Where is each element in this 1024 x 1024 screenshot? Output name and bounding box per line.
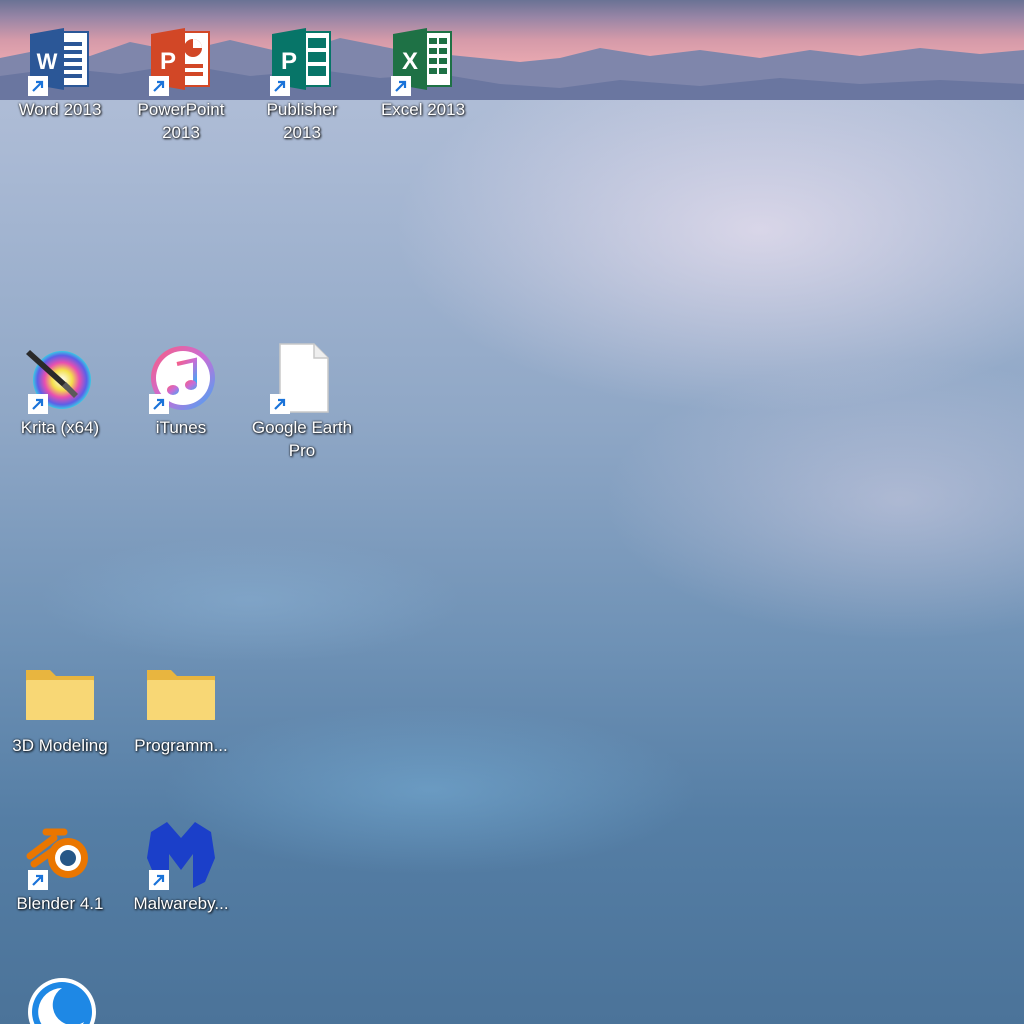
- icon-label: Blender 4.1: [16, 894, 104, 913]
- shortcut-arrow-icon: [270, 76, 290, 96]
- icon-label: iTunes: [155, 418, 207, 437]
- shortcut-arrow-icon: [149, 870, 169, 890]
- desktop-icon-partial-app[interactable]: [4, 972, 116, 1024]
- shortcut-arrow-icon: [149, 76, 169, 96]
- powerpoint-icon: P: [145, 24, 217, 96]
- blank-file-icon: [266, 342, 338, 414]
- desktop-icon-word[interactable]: W Word 2013: [4, 24, 116, 121]
- shortcut-arrow-icon: [28, 76, 48, 96]
- icon-label: Krita (x64): [20, 418, 100, 437]
- malwarebytes-icon: [145, 818, 217, 890]
- desktop-icon-excel[interactable]: X Excel 2013: [367, 24, 479, 121]
- folder-icon: [145, 660, 217, 732]
- icon-label: Google Earth Pro: [251, 418, 353, 460]
- desktop-icon-google-earth-pro[interactable]: Google Earth Pro: [246, 342, 358, 462]
- shortcut-arrow-icon: [28, 870, 48, 890]
- shortcut-arrow-icon: [270, 394, 290, 414]
- shortcut-arrow-icon: [149, 394, 169, 414]
- word-icon: W: [24, 24, 96, 96]
- app-icon: [24, 972, 96, 1024]
- svg-text:X: X: [402, 48, 418, 75]
- icon-label: Excel 2013: [380, 100, 466, 119]
- desktop-icon-blender[interactable]: Blender 4.1: [4, 818, 116, 915]
- icon-label: Word 2013: [18, 100, 102, 119]
- desktop-icon-powerpoint[interactable]: P PowerPoint 2013: [125, 24, 237, 144]
- desktop-icon-folder-programming[interactable]: Programm...: [125, 660, 237, 757]
- desktop-icon-krita[interactable]: Krita (x64): [4, 342, 116, 439]
- shortcut-arrow-icon: [28, 394, 48, 414]
- svg-text:P: P: [281, 48, 297, 75]
- publisher-icon: P: [266, 24, 338, 96]
- folder-icon: [24, 660, 96, 732]
- desktop-icon-folder-3d-modeling[interactable]: 3D Modeling: [4, 660, 116, 757]
- itunes-icon: [145, 342, 217, 414]
- icon-label: PowerPoint 2013: [137, 100, 225, 142]
- icon-label: Malwareby...: [133, 894, 229, 913]
- desktop-icon-itunes[interactable]: iTunes: [125, 342, 237, 439]
- svg-text:P: P: [160, 48, 176, 75]
- desktop-icon-malwarebytes[interactable]: Malwareby...: [125, 818, 237, 915]
- desktop-icon-publisher[interactable]: P Publisher 2013: [246, 24, 358, 144]
- blender-icon: [24, 818, 96, 890]
- shortcut-arrow-icon: [391, 76, 411, 96]
- excel-icon: X: [387, 24, 459, 96]
- desktop[interactable]: W Word 2013 P PowerPoint 2013 P Publishe…: [0, 0, 1024, 1024]
- icon-label: Programm...: [134, 736, 228, 755]
- icon-label: 3D Modeling: [12, 736, 108, 755]
- krita-icon: [24, 342, 96, 414]
- icon-label: Publisher 2013: [266, 100, 338, 142]
- svg-text:W: W: [37, 49, 58, 74]
